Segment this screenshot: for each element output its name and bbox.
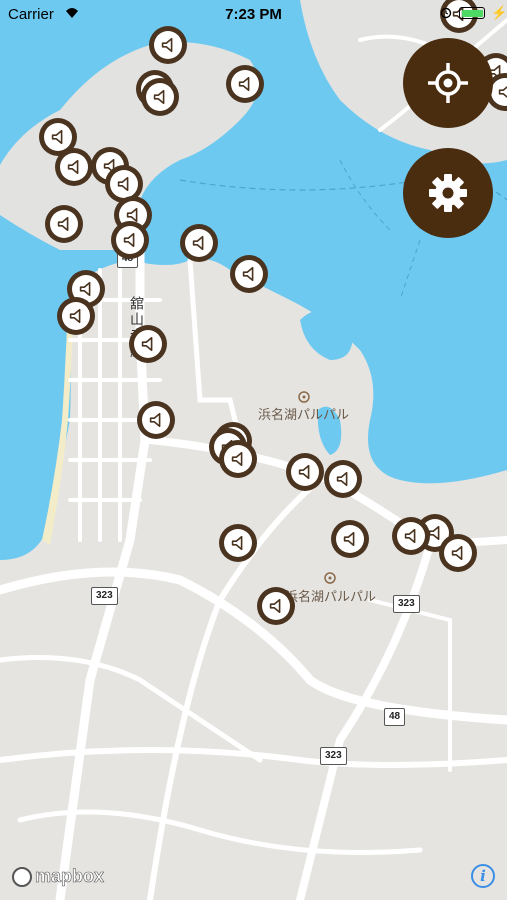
speaker-icon [185, 229, 213, 257]
speaker-icon [329, 465, 357, 493]
speaker-icon [491, 78, 507, 106]
speaker-icon [444, 539, 472, 567]
mapbox-logo-icon [12, 866, 32, 887]
map-marker[interactable] [111, 221, 149, 259]
mapbox-logo[interactable]: mapbox [12, 866, 104, 887]
settings-button[interactable] [403, 148, 493, 238]
map-marker[interactable] [439, 534, 477, 572]
map-marker[interactable] [180, 224, 218, 262]
map-marker[interactable] [141, 78, 179, 116]
map-marker[interactable] [149, 26, 187, 64]
clock: 7:23 PM [225, 6, 282, 23]
alarm-icon [440, 7, 452, 19]
speaker-icon [336, 525, 364, 553]
speaker-icon [224, 529, 252, 557]
map-marker[interactable] [57, 297, 95, 335]
speaker-icon [146, 83, 174, 111]
speaker-icon [262, 592, 290, 620]
speaker-icon [224, 445, 252, 473]
speaker-icon [235, 260, 263, 288]
map-marker[interactable] [392, 517, 430, 555]
place-label: 浜名湖パルパル [285, 590, 377, 605]
map-marker[interactable] [226, 65, 264, 103]
map-marker[interactable] [55, 148, 93, 186]
place-label: 浜名湖パルパル [258, 408, 350, 423]
map-marker[interactable] [137, 401, 175, 439]
speaker-icon [110, 170, 138, 198]
map-marker[interactable] [331, 520, 369, 558]
crosshair-icon [428, 63, 468, 103]
status-bar: Carrier 7:23 PM ⚡ [0, 0, 507, 28]
route-shield: 323 [393, 595, 420, 613]
map-marker[interactable] [286, 453, 324, 491]
speaker-icon [62, 302, 90, 330]
map-marker[interactable] [219, 440, 257, 478]
charging-icon: ⚡ [491, 5, 507, 20]
map-marker[interactable] [219, 524, 257, 562]
speaker-icon [291, 458, 319, 486]
battery-icon [459, 7, 485, 19]
gear-icon [429, 174, 467, 212]
speaker-icon [142, 406, 170, 434]
speaker-icon [397, 522, 425, 550]
locate-button[interactable] [403, 38, 493, 128]
mapbox-logo-text: mapbox [35, 866, 105, 887]
speaker-icon [116, 226, 144, 254]
map-marker[interactable] [230, 255, 268, 293]
route-shield: 48 [384, 708, 406, 726]
attribution-info-button[interactable]: i [471, 864, 495, 888]
speaker-icon [60, 153, 88, 181]
map-marker[interactable] [324, 460, 362, 498]
speaker-icon [231, 70, 259, 98]
speaker-icon [154, 31, 182, 59]
route-shield: 323 [91, 587, 118, 605]
map-marker[interactable] [129, 325, 167, 363]
speaker-icon [50, 210, 78, 238]
speaker-icon [44, 123, 72, 151]
route-shield: 323 [320, 747, 347, 765]
speaker-icon [134, 330, 162, 358]
map-marker[interactable] [257, 587, 295, 625]
map-marker[interactable] [45, 205, 83, 243]
